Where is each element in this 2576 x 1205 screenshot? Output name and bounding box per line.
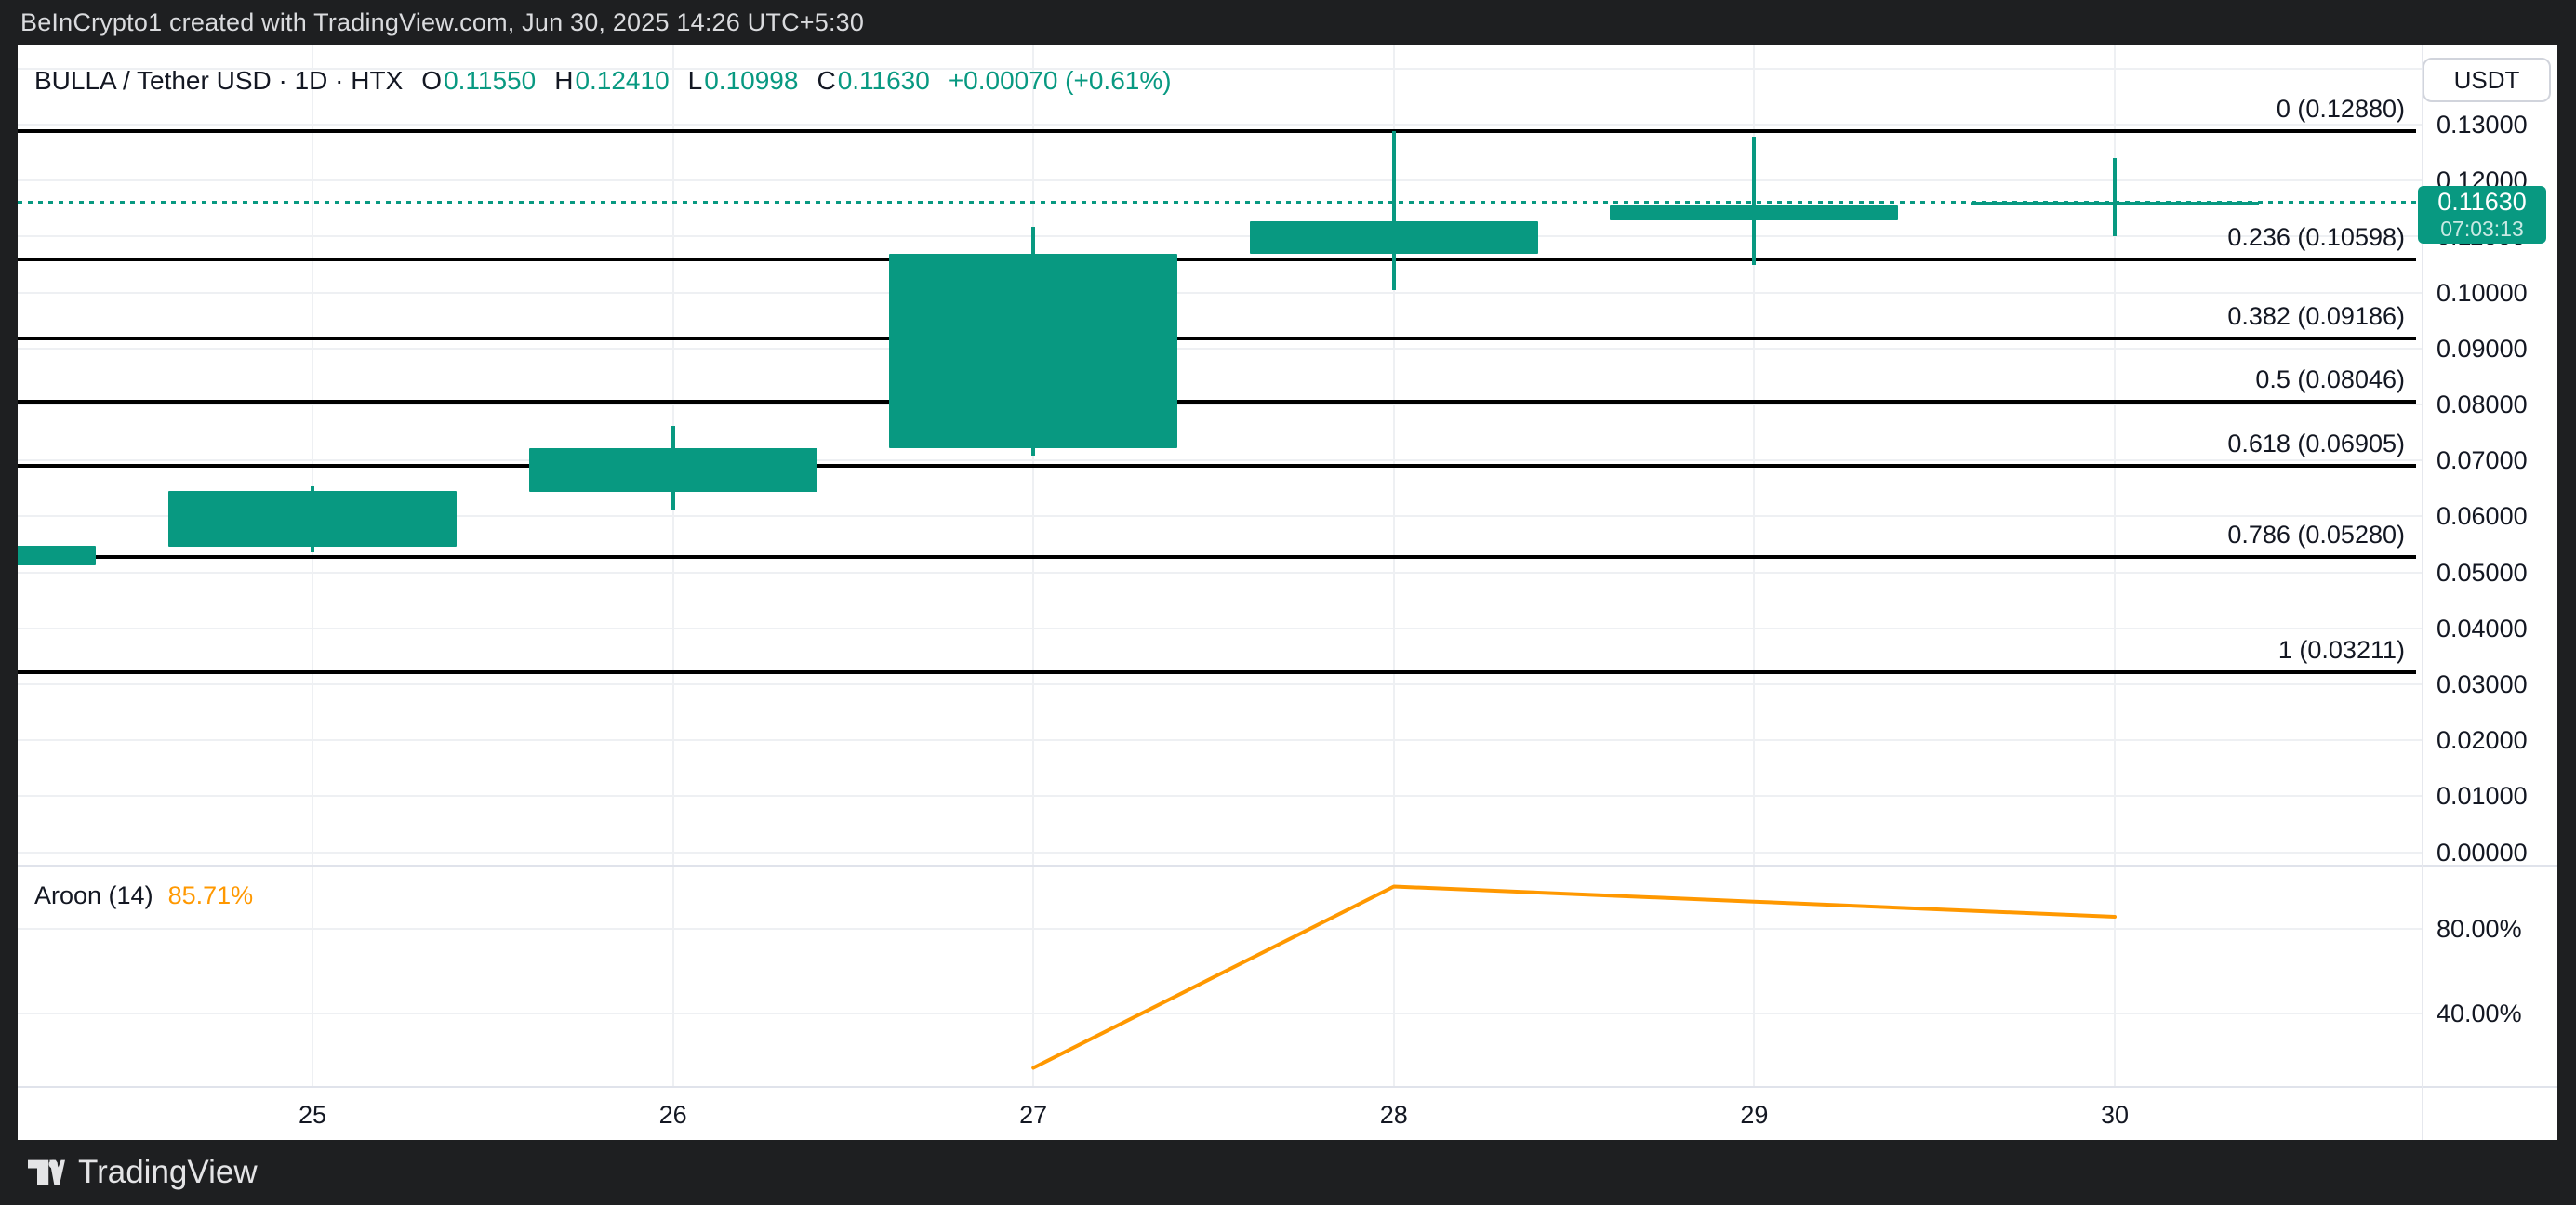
fib-level-label: 0 (0.12880) [18,94,2405,124]
candle-wick-high [1752,137,1756,205]
aroon-axis-label: 40.00% [2437,999,2567,1028]
price-axis-label: 0.06000 [2437,501,2567,531]
price-axis-label: 0.07000 [2437,445,2567,475]
current-price-value: 0.11630 [2437,188,2527,217]
candle-wick-low [1392,254,1396,290]
price-axis-label: 0.00000 [2437,838,2567,867]
low-value: 0.10998 [704,66,798,96]
bar-countdown: 07:03:13 [2440,217,2524,242]
fib-level-label: 1 (0.03211) [18,635,2405,665]
gridline-horizontal [18,404,2422,405]
candle-wick-high [1031,227,1035,254]
candle-wick-low [1752,220,1756,265]
time-axis[interactable]: 25 26 27 28 29 30 [18,1086,2422,1140]
gridline-horizontal [18,628,2422,629]
time-axis-label: 30 [2040,1100,2189,1130]
open-label: O [421,66,442,96]
tradingview-logo-icon [28,1156,65,1189]
time-axis-label: 28 [1320,1100,1468,1130]
tradingview-brand-text: TradingView [78,1154,258,1191]
aroon-current-value: 85.71% [168,881,254,910]
gridline-horizontal [18,124,2422,126]
price-axis-label: 0.04000 [2437,614,2567,643]
gridline-horizontal [18,795,2422,797]
time-axis-label: 27 [959,1100,1108,1130]
frame-left-border [0,0,18,1205]
symbol-title[interactable]: BULLA / Tether USD · 1D · HTX [34,66,403,96]
price-axis-label: 0.05000 [2437,558,2567,588]
tradingview-snapshot: 0 (0.12880) 0.236 (0.10598) 0.382 (0.09186… [0,0,2576,1205]
price-pane[interactable]: 0 (0.12880) 0.236 (0.10598) 0.382 (0.09186… [18,45,2422,865]
currency-toggle-button[interactable]: USDT [2423,58,2551,102]
fib-level-label: 0.5 (0.08046) [18,364,2405,394]
pane-separator[interactable] [18,865,2557,867]
price-axis-label: 0.13000 [2437,110,2567,139]
gridline-horizontal [18,459,2422,461]
price-axis-label: 0.10000 [2437,278,2567,308]
gridline-horizontal [18,852,2422,854]
price-axis-label: 0.08000 [2437,390,2567,419]
candle-wick-low [311,547,314,552]
time-axis-label: 25 [238,1100,387,1130]
fib-level-label: 0.618 (0.06905) [18,429,2405,458]
fib-level-line[interactable] [18,555,2416,559]
aroon-pane[interactable] [18,865,2422,1086]
fib-level-line[interactable] [18,258,2416,261]
brand-bar: TradingView [0,1140,2576,1205]
candle-29[interactable] [1610,205,1898,220]
candle-wick-high [671,426,675,448]
aroon-legend: Aroon (14) 85.71% [34,880,253,911]
fib-level-line[interactable] [18,670,2416,674]
price-axis-label: 0.09000 [2437,334,2567,364]
fib-level-line[interactable] [18,129,2416,133]
high-value: 0.12410 [575,66,669,96]
gridline-horizontal [18,683,2422,685]
candle-26[interactable] [529,448,817,492]
close-value: 0.11630 [838,66,930,96]
gridline-horizontal [18,179,2422,181]
candle-24[interactable] [18,546,96,565]
candle-wick-low [671,492,675,510]
low-label: L [688,66,703,96]
aroon-axis-label: 80.00% [2437,914,2567,944]
fib-level-line[interactable] [18,337,2416,340]
candle-wick-low [1031,448,1035,456]
gridline-horizontal [18,572,2422,574]
price-axis-label: 0.02000 [2437,725,2567,755]
open-value: 0.11550 [444,66,536,96]
attribution-text: BeInCrypto1 created with TradingView.com… [20,8,864,37]
candle-30[interactable] [1971,202,2259,206]
candle-28[interactable] [1250,221,1538,254]
fib-level-line[interactable] [18,400,2416,404]
frame-right-border [2557,0,2576,1205]
gridline-horizontal [18,292,2422,294]
candle-25[interactable] [168,491,457,547]
fib-level-line[interactable] [18,464,2416,468]
current-price-tag: 0.11630 07:03:13 [2418,186,2546,244]
candle-wick-high [1392,131,1396,221]
symbol-legend: BULLA / Tether USD · 1D · HTX O0.11550 H… [34,65,1172,97]
candle-wick-high [2113,158,2117,202]
fib-level-label: 0.382 (0.09186) [18,301,2405,331]
change-value: +0.00070 (+0.61%) [949,66,1172,96]
close-label: C [817,66,835,96]
candle-27[interactable] [889,254,1177,448]
gridline-horizontal [18,739,2422,741]
high-label: H [554,66,573,96]
price-axis-label: 0.01000 [2437,781,2567,811]
attribution-bar: BeInCrypto1 created with TradingView.com… [0,0,2576,45]
fib-level-label: 0.236 (0.10598) [18,222,2405,252]
time-axis-label: 29 [1680,1100,1828,1130]
price-axis-label: 0.03000 [2437,669,2567,699]
candle-wick-low [2113,205,2117,236]
time-axis-label: 26 [599,1100,748,1130]
aroon-title[interactable]: Aroon (14) [34,881,153,910]
gridline-horizontal [18,348,2422,350]
aroon-line[interactable] [18,865,2422,1086]
